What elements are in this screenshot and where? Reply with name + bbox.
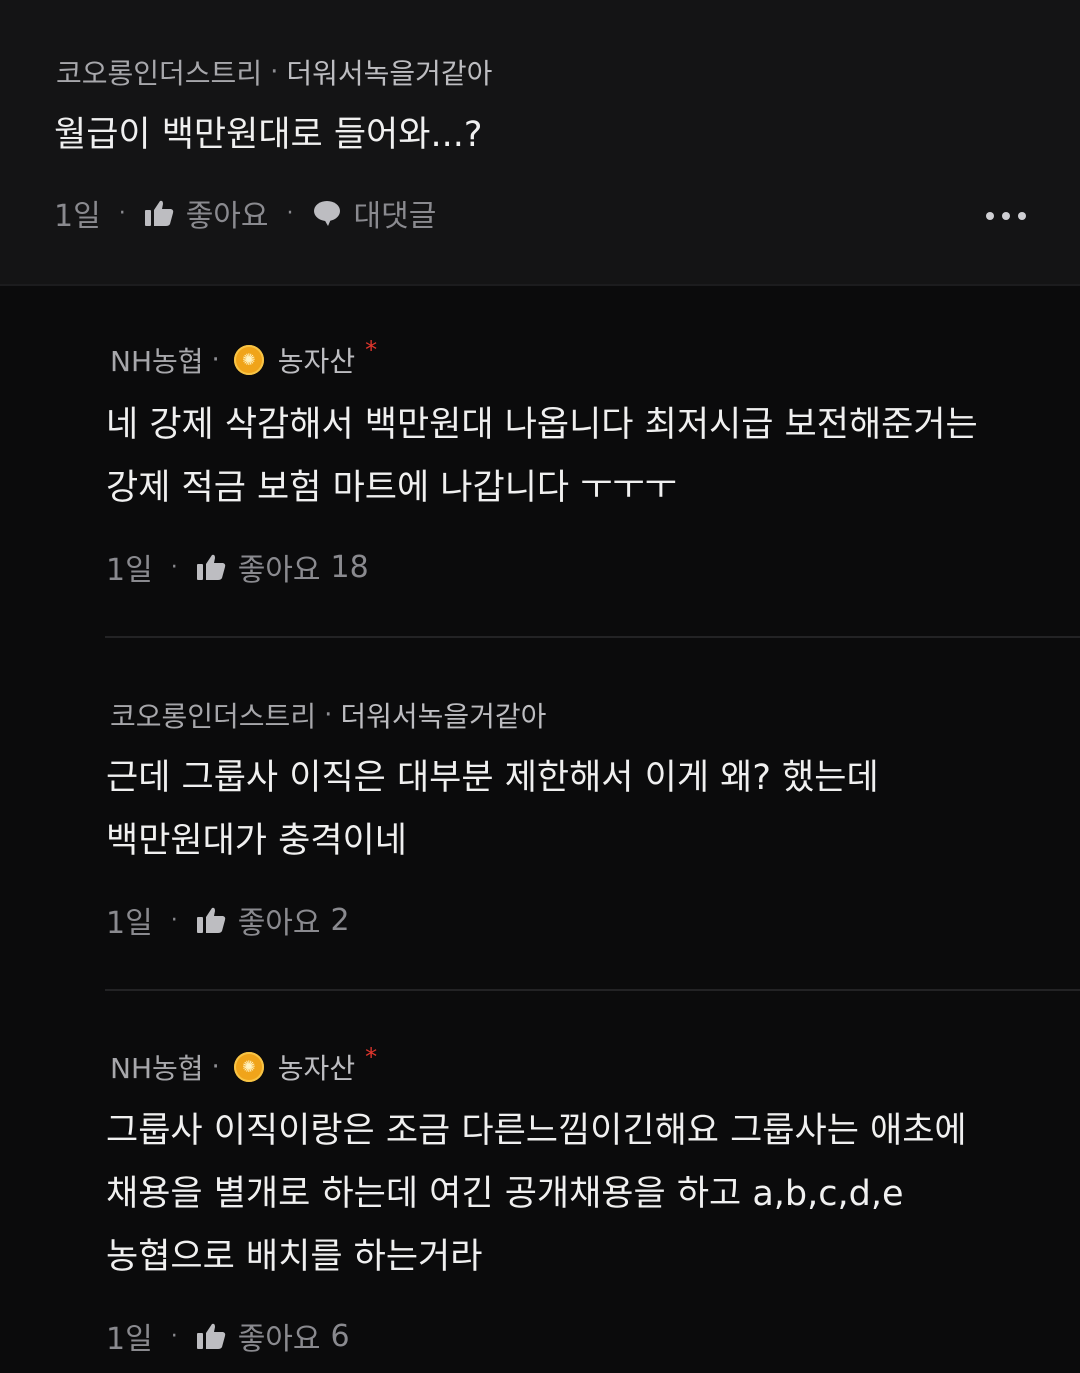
author-nickname: 농자산 [277,1052,356,1085]
thumbs-up-icon[interactable] [196,906,226,934]
like-count: 2 [330,902,350,938]
verified-mark: * [365,336,378,364]
thumbs-up-icon[interactable] [196,1322,226,1350]
like-button[interactable]: 좋아요 [238,545,321,589]
reply-button[interactable]: 대댓글 [354,191,437,235]
separator-dot: · [118,200,126,226]
reply-text-line: 그룹사 이직이랑은 조금 다른느낌이긴해요 그룹사는 애초에 [106,1111,967,1151]
separator-dot: · [170,554,178,580]
reply-time: 1일 [106,906,153,941]
like-button[interactable]: 좋아요 [186,191,269,235]
reply-text-line: 채용을 별개로 하는데 여긴 공개채용을 하고 a,b,c,d,e [106,1174,904,1214]
like-button[interactable]: 좋아요 [238,1314,321,1358]
gold-badge-icon: ✺ [233,1052,264,1082]
reply-text: 그룹사 이직이랑은 조금 다른느낌이긴해요 그룹사는 애초에 채용을 별개로 하… [106,1100,967,1289]
author-company: NH농협 [110,345,204,378]
separator-dot: · [211,1052,220,1082]
speech-bubble-icon[interactable] [312,199,342,227]
author-nickname: 농자산 [277,345,356,378]
reply-meta: 1일 · 좋아요 6 [106,1314,350,1358]
reply-text-line: 백만원대가 충격이네 [106,821,407,861]
reply-text-line: 근데 그룹사 이직은 대부분 제한해서 이게 왜? 했는데 [106,758,879,798]
reply-meta: 1일 · 좋아요 2 [106,898,350,942]
more-dots-icon[interactable] [986,212,1026,220]
like-button[interactable]: 좋아요 [238,898,321,942]
reply-text-line: 강제 적금 보험 마트에 나갑니다 ㅜㅜㅜ [106,468,677,508]
thumbs-up-icon[interactable] [144,199,174,227]
reply-text-line: 농협으로 배치를 하는거라 [106,1237,483,1277]
reply-text: 네 강제 삭감해서 백만원대 나옵니다 최저시급 보전해준거는 강제 적금 보험… [106,394,978,520]
comment-author[interactable]: 코오롱인더스트리 · 더워서녹을거같아 [56,52,492,92]
reply-text: 근데 그룹사 이직은 대부분 제한해서 이게 왜? 했는데 백만원대가 충격이네 [106,747,879,873]
reply-time: 1일 [106,1322,153,1357]
separator-dot: · [170,907,178,933]
reply-divider [105,989,1080,991]
author-company: 코오롱인더스트리 [110,700,317,733]
like-count: 18 [330,549,369,585]
reply-author[interactable]: NH농협 · ✺ 농자산 * [110,1043,377,1087]
separator-dot: · [211,345,220,375]
separator-dot: · [286,200,294,226]
author-nickname: 더워서녹을거같아 [286,57,493,90]
reply-meta: 1일 · 좋아요 18 [106,545,369,589]
separator-dot: · [270,57,279,87]
verified-mark: * [365,1043,378,1071]
comment-text-line: 월급이 백만원대로 들어와...? [54,115,483,155]
reply-text-line: 네 강제 삭감해서 백만원대 나옵니다 최저시급 보전해준거는 [106,405,978,445]
comment-text: 월급이 백만원대로 들어와...? [54,104,482,167]
separator-dot: · [324,700,333,730]
section-separator [0,284,1080,286]
gold-badge-icon: ✺ [233,345,264,375]
separator-dot: · [170,1323,178,1349]
comment-meta: 1일 · 좋아요 · 대댓글 [54,191,436,235]
author-nickname: 더워서녹을거같아 [340,700,547,733]
reply-divider [105,636,1080,638]
author-company: 코오롱인더스트리 [56,57,263,90]
reply-author[interactable]: NH농협 · ✺ 농자산 * [110,336,377,380]
thumbs-up-icon[interactable] [196,553,226,581]
reply-time: 1일 [106,553,153,588]
author-company: NH농협 [110,1052,204,1085]
reply-author[interactable]: 코오롱인더스트리 · 더워서녹을거같아 [110,695,546,735]
like-count: 6 [330,1318,350,1354]
comment-time: 1일 [54,199,101,234]
